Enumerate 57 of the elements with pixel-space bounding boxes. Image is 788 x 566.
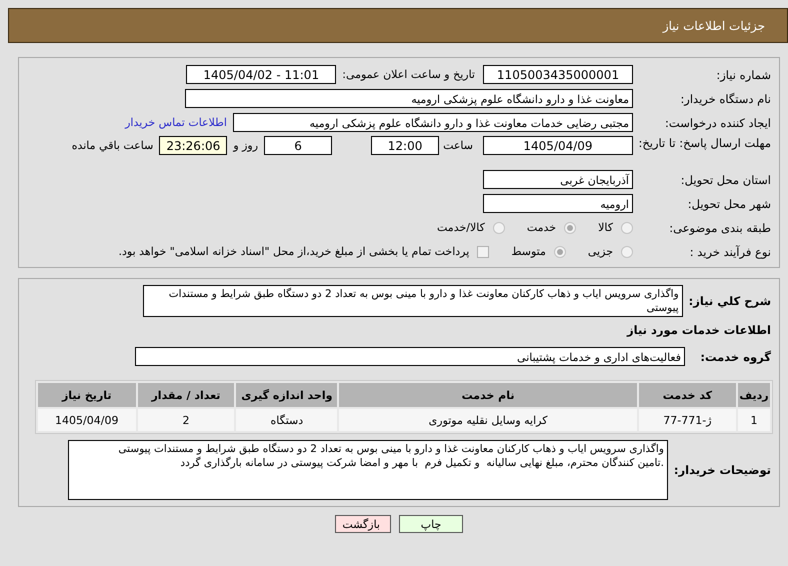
column-header: تعداد / مقدار — [138, 383, 234, 407]
field-label: شهر محل تحویل: — [686, 196, 772, 210]
option-label: کالا/خدمت — [437, 221, 485, 234]
print-button[interactable]: چاپ — [399, 515, 463, 533]
table-cell: 1 — [738, 409, 770, 431]
option-label: جزیی — [588, 245, 613, 258]
field-label: مهلت ارسال پاسخ: تا تاریخ: — [637, 136, 772, 151]
section-heading: اطلاعات خدمات مورد نیاز — [626, 323, 772, 337]
table-cell: کرایه وسایل نقلیه موتوری — [339, 409, 637, 431]
field-label: گروه خدمت: — [699, 348, 772, 364]
option-label: کالا — [598, 221, 613, 234]
table-cell: دستگاه — [236, 409, 338, 431]
page-title: جزئیات اطلاعات نیاز — [662, 18, 765, 32]
field-label: تاریخ و ساعت اعلان عمومی: — [342, 68, 475, 81]
service-group-field: فعالیت‌های اداری و خدمات پشتیبانی — [135, 347, 685, 366]
days-field: 6 — [264, 136, 332, 155]
option-label: متوسط — [511, 245, 546, 258]
column-header: واحد اندازه گیری — [236, 383, 338, 407]
field-label: شرح کلي نياز: — [688, 293, 772, 309]
radio-button[interactable] — [492, 222, 505, 234]
checkbox-label: پرداخت تمام یا بخشی از مبلغ خرید،از محل "اسناد خزانه اسلامی" خواهد بود. — [118, 245, 470, 258]
city-field: ارومیه — [483, 194, 633, 213]
remaining-label: ساعت باقي مانده — [72, 138, 154, 154]
need-number-field: 1105003435000001 — [483, 65, 633, 84]
column-header: کد خدمت — [638, 383, 736, 407]
deadline-date-field: 1405/04/09 — [483, 136, 633, 155]
time-label: ساعت — [443, 138, 473, 154]
field-label: ایجاد کننده درخواست: — [664, 116, 772, 130]
table-cell: 2 — [138, 409, 234, 431]
field-label: طبقه بندی موضوعی: — [668, 220, 772, 234]
column-header: نام خدمت — [339, 383, 637, 407]
deadline-time-field: 12:00 — [371, 136, 440, 155]
back-button[interactable]: بازگشت — [335, 515, 391, 533]
radio-button[interactable] — [564, 222, 576, 234]
field-label: استان محل تحویل: — [680, 172, 772, 186]
remaining-time-field: 23:26:06 — [159, 136, 228, 155]
field-label: نام دستگاه خریدار: — [679, 92, 772, 106]
column-header: تاریخ نیاز — [38, 383, 136, 407]
days-label: روز و — [233, 138, 258, 154]
radio-button[interactable] — [621, 222, 633, 234]
buyer-org-field: معاونت غذا و دارو دانشگاه علوم پزشکی ارومیه — [185, 89, 633, 108]
description-text-area[interactable]: واگذاری سرویس ایاب و ذهاب کارکنان معاونت غذا و دارو با مینی بوس به تعداد 2 دو دستگاه طبق شرایط و مستندات پیوستی — [142, 285, 683, 317]
contact-link[interactable]: اطلاعات تماس خریدار — [125, 116, 227, 129]
option-label: خدمت — [526, 221, 556, 234]
radio-button[interactable] — [554, 246, 566, 258]
field-label: شماره نیاز: — [715, 68, 772, 82]
table-cell: ژ-771-77 — [638, 409, 736, 431]
field-label: نوع فرآیند خرید : — [688, 244, 772, 258]
announce-date-field: 1405/04/02 - 11:01 — [186, 65, 336, 84]
buyer-notes-text-area[interactable]: واگذاری سرویس ایاب و ذهاب کارکنان معاونت غذا و دارو با مینی بوس به تعداد 2 دو دستگاه طبق شرایط و مستندات پیوستی .تامین کنندگان محترم، مبلغ نهایی سالیانه و تکمیل فرم با مهر و امضا شرکت پیوستی در سامانه بارگذاری گردد — [68, 440, 668, 500]
column-header: ردیف — [738, 383, 770, 407]
province-field: آذربایجان غربی — [483, 170, 633, 189]
checkbox[interactable] — [477, 246, 490, 258]
radio-button[interactable] — [621, 246, 633, 258]
creator-field: مجتبی رضایی خدمات معاونت غذا و دارو دانشگاه علوم پزشکی ارومیه — [233, 113, 633, 132]
field-label: توضیحات خریدار: — [672, 462, 772, 478]
table-cell: 1405/04/09 — [38, 409, 136, 431]
